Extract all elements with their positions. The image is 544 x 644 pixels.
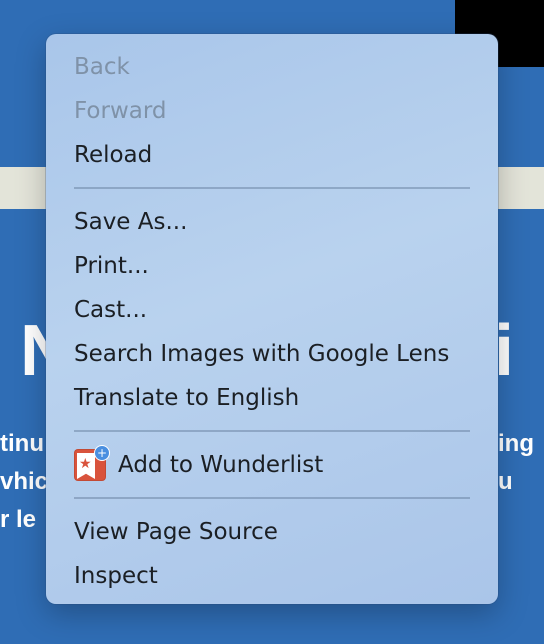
menu-item-cast[interactable]: Cast... <box>46 288 498 332</box>
menu-item-reload[interactable]: Reload <box>46 133 498 177</box>
menu-item-label: Add to Wunderlist <box>118 452 324 478</box>
bookmark-star-icon <box>77 453 95 479</box>
menu-item-view-page-source[interactable]: View Page Source <box>46 510 498 554</box>
menu-item-save-as[interactable]: Save As... <box>46 200 498 244</box>
menu-item-translate[interactable]: Translate to English <box>46 376 498 420</box>
menu-separator <box>74 430 470 432</box>
context-menu: Back Forward Reload Save As... Print... … <box>46 34 498 604</box>
menu-separator <box>74 187 470 189</box>
paragraph-left-fragment: vhic <box>0 468 49 495</box>
menu-separator <box>74 497 470 499</box>
menu-item-print[interactable]: Print... <box>46 244 498 288</box>
paragraph-left-fragment: r le <box>0 506 37 533</box>
menu-item-search-images-google-lens[interactable]: Search Images with Google Lens <box>46 332 498 376</box>
menu-item-forward: Forward <box>74 98 167 124</box>
menu-item-inspect[interactable]: Inspect <box>46 554 498 598</box>
menu-item-add-to-wunderlist[interactable]: + Add to Wunderlist <box>46 443 498 487</box>
paragraph-left-fragment: tinu <box>0 430 44 457</box>
plus-badge-icon: + <box>94 445 110 461</box>
wunderlist-icon: + <box>74 445 110 481</box>
menu-item-back: Back <box>74 54 130 80</box>
